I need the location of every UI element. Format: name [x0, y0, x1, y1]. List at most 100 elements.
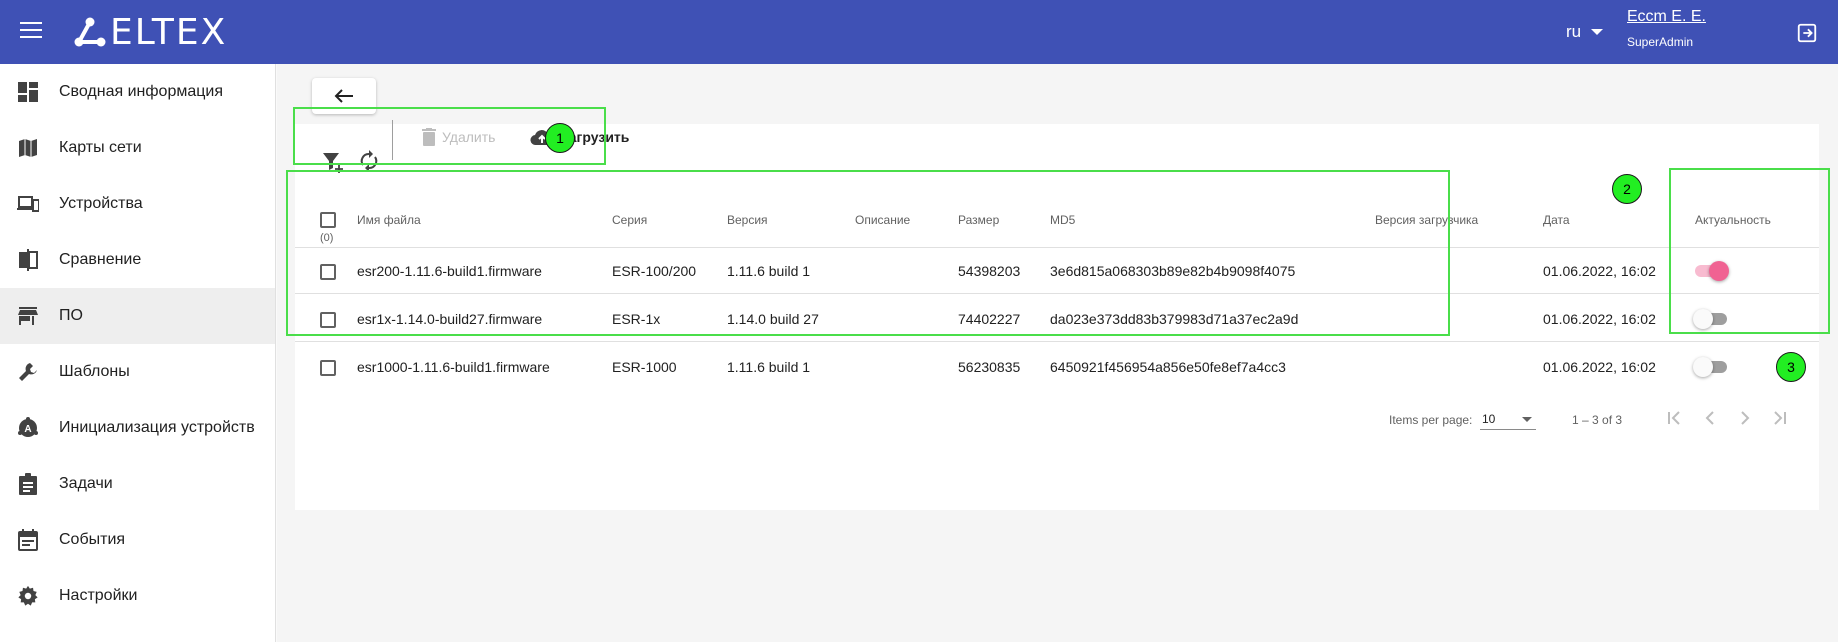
column-header-description[interactable]: Описание	[855, 213, 910, 227]
sidebar-item-settings[interactable]: Настройки	[0, 568, 275, 624]
cell-version: 1.11.6 build 1	[727, 263, 811, 279]
language-value: ru	[1566, 22, 1582, 41]
page-size-select[interactable]: 10	[1480, 408, 1536, 430]
page-range: 1 – 3 of 3	[1572, 413, 1623, 427]
sidebar-item-label: События	[59, 531, 126, 548]
arrow-back-icon	[334, 89, 353, 103]
sidebar-item-summary[interactable]: Сводная информация	[0, 64, 275, 120]
store-icon	[16, 304, 40, 328]
annotation-badge: 2	[1612, 174, 1642, 204]
cell-size: 74402227	[958, 311, 1021, 327]
cell-md5: 6450921f456954a856e50fe8ef7a4cc3	[1050, 359, 1286, 375]
column-header-date[interactable]: Дата	[1543, 213, 1570, 227]
sidebar-item-label: Инициализация устройств	[59, 419, 255, 436]
logout-icon[interactable]	[1796, 22, 1818, 44]
previous-page-icon[interactable]	[1698, 406, 1722, 430]
actual-toggle-off[interactable]	[1693, 309, 1729, 329]
main-content: Удалить Загрузить (0) Имя файла Серия Ве…	[277, 64, 1838, 642]
logo-text: ELTEX	[110, 11, 228, 53]
cell-version: 1.14.0 build 27	[727, 311, 819, 327]
annotation-badge: 1	[545, 123, 575, 153]
sidebar-item-label: Карты сети	[59, 139, 142, 156]
sidebar-item-device-init[interactable]: A Инициализация устройств	[0, 400, 275, 456]
language-select[interactable]: ru	[1566, 22, 1604, 42]
chevron-down-icon	[1591, 29, 1604, 35]
cell-md5: da023e373dd83b379983d71a37ec2a9d	[1050, 311, 1299, 327]
column-header-filename[interactable]: Имя файла	[357, 213, 421, 227]
delete-icon	[422, 128, 436, 146]
compare-icon	[16, 248, 40, 272]
items-per-page-label: Items per page:	[1389, 413, 1473, 427]
sidebar-item-label: Шаблоны	[59, 363, 130, 380]
row-checkbox[interactable]	[320, 312, 336, 328]
refresh-icon[interactable]	[357, 149, 381, 173]
user-info: Есcm Е. Е. SuperAdmin	[1627, 8, 1706, 49]
last-page-icon[interactable]	[1767, 406, 1791, 430]
column-header-size[interactable]: Размер	[958, 213, 999, 227]
cell-date: 01.06.2022, 16:02	[1543, 359, 1656, 375]
sidebar-item-templates[interactable]: Шаблоны	[0, 344, 275, 400]
init-icon: A	[16, 416, 40, 440]
back-button[interactable]	[312, 78, 376, 114]
column-header-actual[interactable]: Актуальность	[1695, 213, 1771, 227]
user-role: SuperAdmin	[1627, 35, 1694, 49]
cell-date: 01.06.2022, 16:02	[1543, 311, 1656, 327]
sidebar-item-compare[interactable]: Сравнение	[0, 232, 275, 288]
sidebar-item-devices[interactable]: Устройства	[0, 176, 275, 232]
sidebar-item-software[interactable]: ПО	[0, 288, 275, 344]
delete-button[interactable]: Удалить	[422, 128, 495, 146]
column-header-version[interactable]: Версия	[727, 213, 768, 227]
sidebar-item-label: Настройки	[59, 587, 138, 604]
sidebar-item-events[interactable]: События	[0, 512, 275, 568]
svg-text:A: A	[24, 424, 31, 435]
column-header-loader-version[interactable]: Версия загрузчика	[1375, 213, 1478, 227]
gear-icon	[16, 584, 40, 608]
assignment-icon	[16, 472, 40, 496]
header-divider	[295, 247, 1819, 248]
filter-add-icon[interactable]	[321, 150, 345, 174]
cell-md5: 3e6d815a068303b89e82b4b9098f4075	[1050, 263, 1296, 279]
row-checkbox[interactable]	[320, 264, 336, 280]
row-checkbox[interactable]	[320, 360, 336, 376]
cell-filename: esr1x-1.14.0-build27.firmware	[357, 311, 543, 327]
cell-filename: esr1000-1.11.6-build1.firmware	[357, 359, 550, 375]
event-icon	[16, 528, 40, 552]
cell-series: ESR-1000	[612, 359, 677, 375]
sidebar-item-label: ПО	[59, 307, 83, 324]
top-app-bar: ELTEX ru Есcm Е. Е. SuperAdmin	[0, 0, 1838, 64]
sidebar-item-label: Задачи	[59, 475, 113, 492]
menu-icon[interactable]	[20, 22, 42, 40]
first-page-icon[interactable]	[1663, 406, 1687, 430]
page-size-value: 10	[1482, 412, 1496, 426]
column-header-md5[interactable]: MD5	[1050, 213, 1075, 227]
dashboard-icon	[16, 80, 40, 104]
eltex-logo: ELTEX	[72, 11, 228, 53]
sidebar-item-label: Устройства	[59, 195, 143, 212]
column-header-series[interactable]: Серия	[612, 213, 647, 227]
sidebar-nav: Сводная информация Карты сети Устройства…	[0, 64, 276, 642]
row-divider	[295, 293, 1819, 294]
annotation-badge: 3	[1776, 352, 1806, 382]
cell-date: 01.06.2022, 16:02	[1543, 263, 1656, 279]
sidebar-item-tasks[interactable]: Задачи	[0, 456, 275, 512]
delete-label: Удалить	[442, 129, 496, 145]
sidebar-item-network-maps[interactable]: Карты сети	[0, 120, 275, 176]
actual-toggle-on[interactable]	[1693, 261, 1729, 281]
devices-icon	[16, 192, 40, 216]
selected-count: (0)	[320, 232, 334, 244]
sidebar-item-label: Сводная информация	[59, 83, 223, 100]
cell-series: ESR-1x	[612, 311, 661, 327]
toolbar-divider	[392, 120, 393, 160]
map-icon	[16, 136, 40, 160]
chevron-down-icon	[1522, 417, 1532, 422]
actual-toggle-off[interactable]	[1693, 357, 1729, 377]
cell-version: 1.11.6 build 1	[727, 359, 811, 375]
sidebar-item-label: Сравнение	[59, 251, 142, 268]
cell-size: 56230835	[958, 359, 1021, 375]
select-all-checkbox[interactable]	[320, 212, 336, 228]
wrench-icon	[16, 360, 40, 384]
cell-size: 54398203	[958, 263, 1021, 279]
next-page-icon[interactable]	[1733, 406, 1757, 430]
row-divider	[295, 341, 1819, 342]
user-name-link[interactable]: Есcm Е. Е.	[1627, 8, 1706, 26]
